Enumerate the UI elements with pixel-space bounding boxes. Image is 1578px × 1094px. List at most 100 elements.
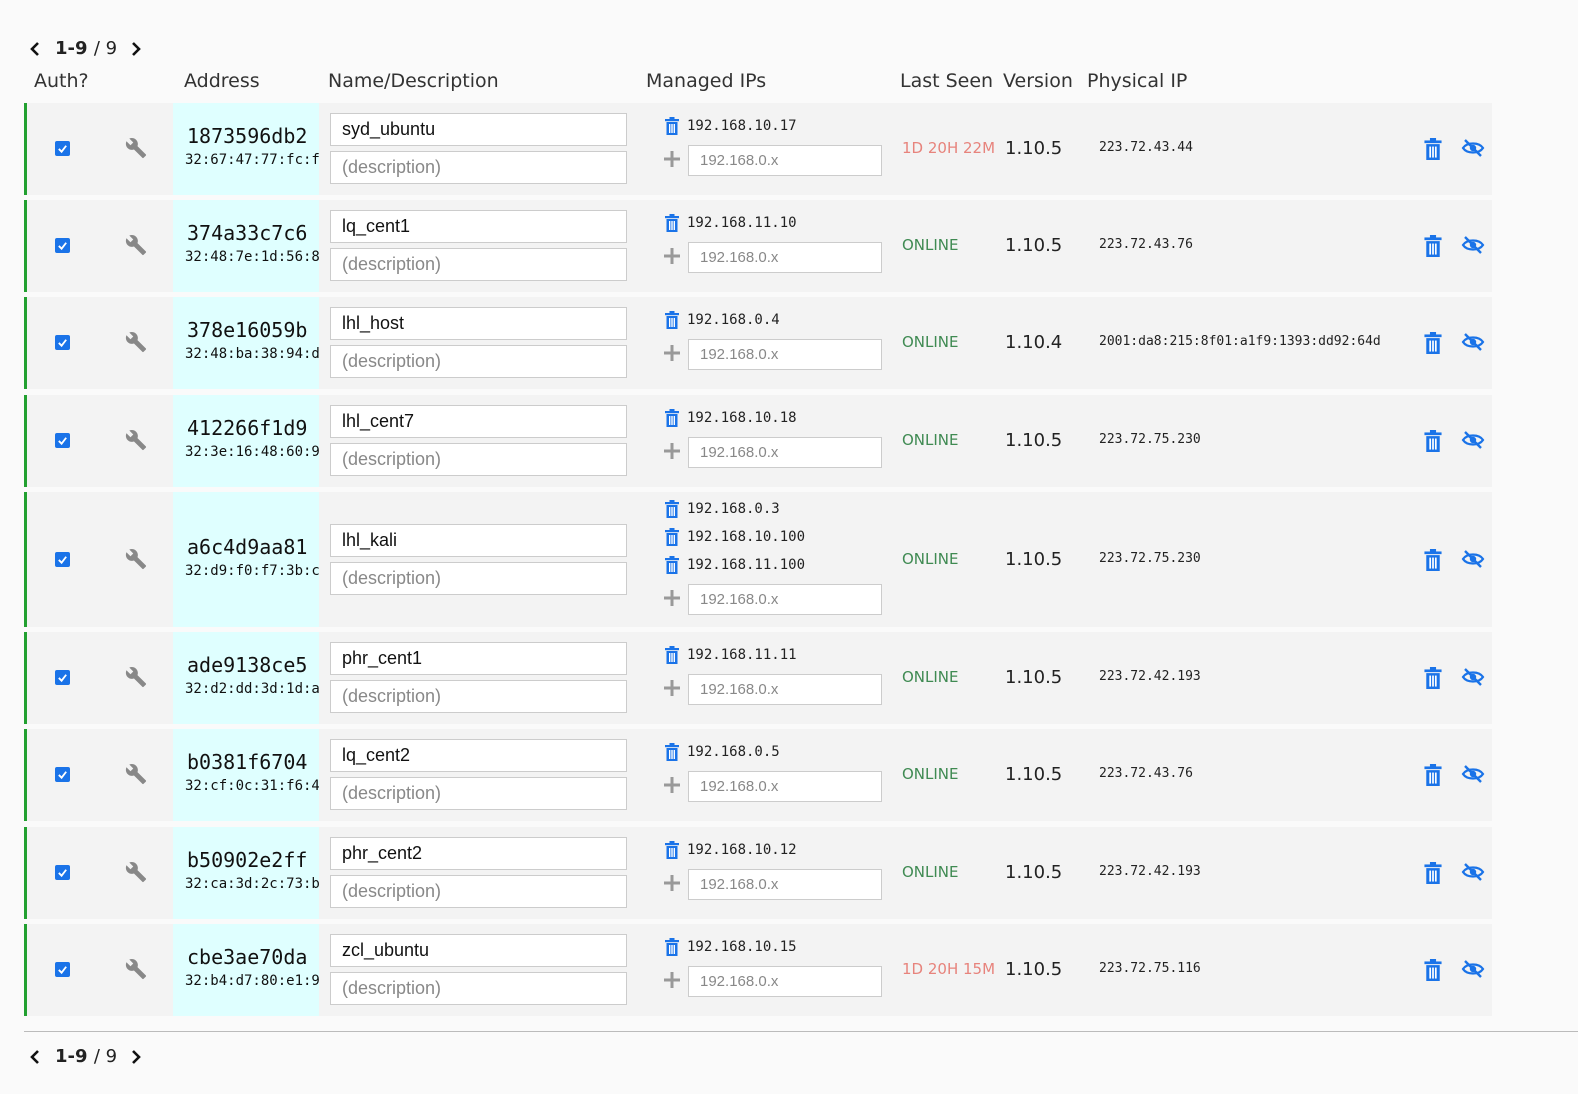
add-ip-plus-icon[interactable] [663, 776, 681, 794]
wrench-icon[interactable] [125, 958, 147, 980]
auth-checkbox[interactable] [55, 433, 70, 448]
remove-ip-trash-icon[interactable] [663, 556, 681, 574]
auth-checkbox[interactable] [55, 552, 70, 567]
next-page-icon[interactable] [129, 1047, 143, 1067]
new-ip-input[interactable]: 192.168.0.x [688, 869, 882, 900]
hide-member-eye-slash-icon[interactable] [1461, 861, 1485, 883]
description-input[interactable]: (description) [330, 443, 627, 476]
hide-member-eye-slash-icon[interactable] [1461, 234, 1485, 256]
wrench-icon[interactable] [125, 331, 147, 353]
name-input[interactable]: phr_cent2 [330, 837, 627, 870]
new-ip-input[interactable]: 192.168.0.x [688, 437, 882, 468]
name-input[interactable]: syd_ubuntu [330, 113, 627, 146]
next-page-icon[interactable] [129, 39, 143, 59]
wrench-icon[interactable] [125, 763, 147, 785]
auth-checkbox[interactable] [55, 767, 70, 782]
hide-member-eye-slash-icon[interactable] [1461, 429, 1485, 451]
new-ip-input[interactable]: 192.168.0.x [688, 242, 882, 273]
prev-page-icon[interactable] [28, 39, 42, 59]
hide-member-eye-slash-icon[interactable] [1461, 137, 1485, 159]
name-input[interactable]: zcl_ubuntu [330, 934, 627, 967]
new-ip-input[interactable]: 192.168.0.x [688, 966, 882, 997]
auth-checkbox[interactable] [55, 865, 70, 880]
description-input[interactable]: (description) [330, 680, 627, 713]
member-mac: 32:48:ba:38:94:d [185, 346, 319, 362]
hide-member-eye-slash-icon[interactable] [1461, 548, 1485, 570]
description-input[interactable]: (description) [330, 972, 627, 1005]
description-input[interactable]: (description) [330, 151, 627, 184]
hide-member-eye-slash-icon[interactable] [1461, 958, 1485, 980]
remove-ip-trash-icon[interactable] [663, 500, 681, 518]
description-input[interactable]: (description) [330, 248, 627, 281]
managed-ip-text: 192.168.10.100 [687, 529, 806, 545]
delete-member-trash-icon[interactable] [1423, 138, 1443, 160]
new-ip-input[interactable]: 192.168.0.x [688, 145, 882, 176]
divider [24, 1031, 1578, 1032]
address-cell: 374a33c7c6 32:48:7e:1d:56:8 [173, 200, 319, 292]
prev-page-icon[interactable] [28, 1047, 42, 1067]
new-ip-input[interactable]: 192.168.0.x [688, 339, 882, 370]
last-seen-status: 1D 20H 22M [902, 139, 996, 157]
delete-member-trash-icon[interactable] [1423, 862, 1443, 884]
add-ip-plus-icon[interactable] [663, 150, 681, 168]
new-ip-input[interactable]: 192.168.0.x [688, 674, 882, 705]
delete-member-trash-icon[interactable] [1423, 235, 1443, 257]
hide-member-eye-slash-icon[interactable] [1461, 666, 1485, 688]
hide-member-eye-slash-icon[interactable] [1461, 331, 1485, 353]
pager-label: 1-9 / 9 [55, 1046, 117, 1067]
remove-ip-trash-icon[interactable] [663, 841, 681, 859]
remove-ip-trash-icon[interactable] [663, 646, 681, 664]
delete-member-trash-icon[interactable] [1423, 959, 1443, 981]
wrench-icon[interactable] [125, 429, 147, 451]
description-input[interactable]: (description) [330, 562, 627, 595]
add-ip-plus-icon[interactable] [663, 971, 681, 989]
name-input[interactable]: lq_cent1 [330, 210, 627, 243]
name-input[interactable]: phr_cent1 [330, 642, 627, 675]
auth-checkbox[interactable] [55, 962, 70, 977]
delete-member-trash-icon[interactable] [1423, 549, 1443, 571]
last-seen-status: 1D 20H 15M [902, 960, 996, 978]
wrench-icon[interactable] [125, 861, 147, 883]
delete-member-trash-icon[interactable] [1423, 430, 1443, 452]
add-ip-plus-icon[interactable] [663, 589, 681, 607]
auth-checkbox[interactable] [55, 335, 70, 350]
delete-member-trash-icon[interactable] [1423, 332, 1443, 354]
member-row: ade9138ce5 32:d2:dd:3d:1d:a phr_cent1 (de… [24, 632, 1492, 724]
name-input[interactable]: lhl_cent7 [330, 405, 627, 438]
add-ip-plus-icon[interactable] [663, 874, 681, 892]
physical-ip-text: 223.72.43.76 [1099, 237, 1193, 252]
remove-ip-trash-icon[interactable] [663, 743, 681, 761]
name-input[interactable]: lq_cent2 [330, 739, 627, 772]
last-seen-status: ONLINE [902, 431, 959, 449]
name-input[interactable]: lhl_kali [330, 524, 627, 557]
remove-ip-trash-icon[interactable] [663, 409, 681, 427]
add-ip-plus-icon[interactable] [663, 247, 681, 265]
wrench-icon[interactable] [125, 666, 147, 688]
description-input[interactable]: (description) [330, 345, 627, 378]
auth-checkbox[interactable] [55, 670, 70, 685]
remove-ip-trash-icon[interactable] [663, 117, 681, 135]
hide-member-eye-slash-icon[interactable] [1461, 763, 1485, 785]
remove-ip-trash-icon[interactable] [663, 938, 681, 956]
wrench-icon[interactable] [125, 137, 147, 159]
remove-ip-trash-icon[interactable] [663, 214, 681, 232]
description-input[interactable]: (description) [330, 777, 627, 810]
wrench-icon[interactable] [125, 548, 147, 570]
add-ip-plus-icon[interactable] [663, 679, 681, 697]
delete-member-trash-icon[interactable] [1423, 667, 1443, 689]
name-input[interactable]: lhl_host [330, 307, 627, 340]
remove-ip-trash-icon[interactable] [663, 311, 681, 329]
address-cell: a6c4d9aa81 32:d9:f0:f7:3b:c [173, 492, 319, 627]
delete-member-trash-icon[interactable] [1423, 764, 1443, 786]
new-ip-input[interactable]: 192.168.0.x [688, 771, 882, 802]
new-ip-input[interactable]: 192.168.0.x [688, 584, 882, 615]
version-text: 1.10.5 [1005, 430, 1063, 451]
auth-checkbox[interactable] [55, 141, 70, 156]
wrench-icon[interactable] [125, 234, 147, 256]
add-ip-plus-icon[interactable] [663, 442, 681, 460]
member-row: 374a33c7c6 32:48:7e:1d:56:8 lq_cent1 (des… [24, 200, 1492, 292]
description-input[interactable]: (description) [330, 875, 627, 908]
auth-checkbox[interactable] [55, 238, 70, 253]
remove-ip-trash-icon[interactable] [663, 528, 681, 546]
add-ip-plus-icon[interactable] [663, 344, 681, 362]
